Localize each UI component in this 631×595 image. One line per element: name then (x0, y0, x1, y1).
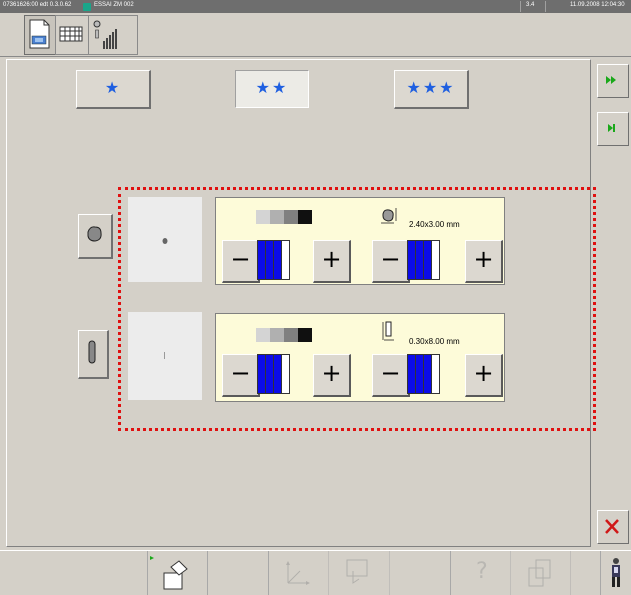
grid-icon (59, 26, 83, 42)
grey-scale-icon (256, 328, 312, 342)
operator-button[interactable] (600, 551, 631, 595)
bottom-toolbar: ? (0, 550, 631, 595)
grey-scale-icon (256, 210, 312, 224)
layout-button[interactable] (24, 15, 56, 55)
quality-one-star-button[interactable]: ★ (76, 70, 151, 109)
size-label-round: 2.40x3.00 mm (409, 220, 460, 229)
skip-next-icon (608, 124, 615, 132)
grey-plus-button[interactable]: + (313, 240, 351, 283)
copy-icon (528, 559, 551, 587)
slot-size-icon (382, 321, 394, 341)
datetime: 11.09.2008 12:04:30 (570, 2, 625, 8)
file-info: 07361626:00 edt 0.3.0.62 (3, 2, 72, 8)
signal-levels-button[interactable] (88, 15, 138, 55)
size-plus-button[interactable]: + (465, 240, 503, 283)
grid-button[interactable] (55, 15, 89, 55)
right-sidebar (594, 59, 631, 550)
edit-shape-button[interactable] (147, 551, 208, 595)
program-name: ESSAI ZM 002 (94, 2, 134, 8)
fast-forward-button[interactable] (597, 64, 629, 98)
size-level-indicator (407, 354, 440, 394)
round-preview-icon (162, 238, 168, 244)
program-icon (83, 3, 91, 11)
layout-icon (29, 19, 50, 49)
grey-minus-button[interactable]: − (222, 240, 260, 283)
settings-panel-round: − + 2.40x3.00 mm − + (215, 197, 505, 285)
quality-three-star-button[interactable]: ★★★ (394, 70, 469, 109)
shape-preview-round (128, 197, 202, 282)
level-segment (431, 240, 440, 280)
copy-button[interactable] (510, 551, 571, 595)
person-icon (612, 558, 620, 587)
grey-plus-button[interactable]: + (313, 354, 351, 397)
level-segment (431, 354, 440, 394)
grey-level-indicator (257, 354, 290, 394)
edit-shape-icon (150, 556, 188, 590)
top-toolbar (0, 13, 631, 57)
grey-level-indicator (257, 240, 290, 280)
level-segment (281, 354, 290, 394)
settings-panel-slot: − + 0.30x8.00 mm − + (215, 313, 505, 402)
size-minus-button[interactable]: − (372, 240, 410, 283)
export-button[interactable] (328, 551, 390, 595)
shape-round-button[interactable] (78, 214, 113, 259)
help-button[interactable]: ? (450, 551, 511, 595)
quality-two-star-button[interactable]: ★★ (235, 70, 309, 108)
shape-slot-button[interactable] (78, 330, 109, 379)
export-icon (346, 559, 368, 584)
slot-shape-icon (88, 340, 96, 364)
round-size-icon (381, 208, 397, 224)
axes-icon (286, 561, 310, 585)
size-level-indicator (407, 240, 440, 280)
fast-forward-icon (606, 76, 616, 84)
status-bar: 07361626:00 edt 0.3.0.62 ESSAI ZM 002 3.… (0, 0, 631, 13)
slot-preview-icon (164, 352, 165, 359)
close-icon (605, 519, 619, 534)
level-segment (281, 240, 290, 280)
cancel-button[interactable] (597, 510, 629, 544)
signal-levels-icon (93, 20, 117, 49)
size-plus-button[interactable]: + (465, 354, 503, 397)
page-indicator: 3.4 (526, 2, 535, 8)
grey-minus-button[interactable]: − (222, 354, 260, 397)
help-icon: ? (476, 559, 488, 584)
round-shape-icon (87, 226, 102, 242)
size-minus-button[interactable]: − (372, 354, 410, 397)
size-label-slot: 0.30x8.00 mm (409, 337, 460, 346)
shape-preview-slot (128, 312, 202, 400)
skip-next-button[interactable] (597, 112, 629, 146)
axes-button[interactable] (268, 551, 329, 595)
